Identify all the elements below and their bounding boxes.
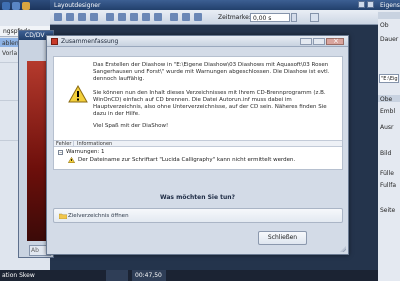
message-panel: Das Erstellen der Diashow in "E:\Eigene … bbox=[53, 56, 343, 170]
properties-panel: Eigens Ob Dauer "E:\Eig Obe Embl Ausr Bi… bbox=[378, 0, 400, 281]
column-header-errors[interactable]: Fehler bbox=[54, 141, 74, 147]
tool-icon[interactable] bbox=[12, 2, 20, 10]
pin-icon[interactable] bbox=[358, 1, 365, 8]
warning-message: Der Dateiname zur Schriftart "Lucida Cal… bbox=[78, 157, 296, 163]
details-table: Fehler Informationen − Warnungen: 1 Der … bbox=[54, 140, 342, 170]
toolbar-icon[interactable] bbox=[66, 13, 74, 21]
properties-label: Bild bbox=[380, 150, 392, 157]
designer-toolbar: Zeitmarke: 0,00 s bbox=[50, 10, 378, 25]
properties-section bbox=[378, 12, 400, 19]
table-row[interactable]: Der Dateiname zur Schriftart "Lucida Cal… bbox=[54, 156, 342, 164]
app-icon bbox=[51, 38, 58, 45]
close-icon[interactable] bbox=[367, 1, 374, 8]
left-panel-item[interactable]: Vorla bbox=[2, 50, 17, 57]
dialog-titlebar[interactable]: Zusammenfassung bbox=[47, 36, 348, 47]
burn-instructions-text: Sie können nun den Inhalt dieses Verzeic… bbox=[93, 90, 327, 117]
summary-dialog: Zusammenfassung Das Erstellen der Diasho… bbox=[46, 35, 349, 255]
closing-text: Viel Spaß mit der DiaShow! bbox=[93, 123, 169, 129]
maximize-button[interactable] bbox=[313, 38, 325, 45]
close-dialog-button[interactable]: Schließen bbox=[258, 231, 307, 245]
time-marker-spinner[interactable] bbox=[291, 13, 297, 22]
properties-label: Dauer bbox=[380, 36, 399, 43]
open-target-folder-label: Zielverzeichnis öffnen bbox=[68, 213, 129, 219]
app-icon[interactable] bbox=[2, 2, 10, 10]
properties-label: Fülle bbox=[380, 170, 394, 177]
properties-label: Ausr bbox=[380, 124, 394, 131]
toolbar-icon[interactable] bbox=[78, 13, 86, 21]
status-label: ation Skew bbox=[2, 272, 35, 279]
properties-label: Fullfa bbox=[380, 182, 397, 189]
zoom-in-icon[interactable] bbox=[106, 13, 114, 21]
properties-label: Ob bbox=[380, 22, 389, 29]
toolbar-icon[interactable] bbox=[54, 13, 62, 21]
warning-icon bbox=[68, 85, 88, 103]
question-label: Was möchten Sie tun? bbox=[159, 194, 236, 201]
section-label: Obe bbox=[380, 96, 393, 103]
collapse-icon[interactable]: − bbox=[58, 150, 63, 155]
toolbar-icon[interactable] bbox=[194, 13, 202, 21]
top-icon-row bbox=[0, 0, 50, 16]
snapshot-button[interactable] bbox=[310, 13, 319, 22]
path-field[interactable]: "E:\Eig bbox=[379, 74, 399, 83]
designer-title: Layoutdesigner bbox=[54, 2, 101, 9]
designer-titlebar: Layoutdesigner bbox=[50, 0, 378, 10]
summary-text: Das Erstellen der Diashow in "E:\Eigene … bbox=[93, 62, 330, 82]
properties-label: Embl bbox=[380, 108, 396, 115]
timeline-clip[interactable] bbox=[106, 270, 128, 281]
zoom-icon[interactable] bbox=[142, 13, 150, 21]
zoom-fit-icon[interactable] bbox=[130, 13, 138, 21]
dialog-title: Zusammenfassung bbox=[61, 38, 119, 45]
zoom-icon[interactable] bbox=[154, 13, 162, 21]
warnings-group-label: Warnungen: 1 bbox=[66, 149, 105, 155]
timeline-bar: 00:47,50 bbox=[50, 270, 378, 281]
folder-icon[interactable] bbox=[22, 2, 30, 10]
close-button[interactable] bbox=[326, 37, 344, 45]
folder-icon bbox=[59, 213, 67, 219]
properties-title: Eigens bbox=[378, 0, 400, 10]
time-marker-input[interactable]: 0,00 s bbox=[250, 13, 290, 22]
time-marker-label: Zeitmarke: bbox=[218, 14, 251, 21]
toolbar-icon[interactable] bbox=[90, 13, 98, 21]
properties-label: Seite bbox=[380, 207, 396, 214]
zoom-out-icon[interactable] bbox=[118, 13, 126, 21]
open-target-folder-button[interactable]: Zielverzeichnis öffnen bbox=[53, 208, 343, 223]
column-header-info[interactable]: Informationen bbox=[75, 141, 112, 147]
warnings-group-row[interactable]: − Warnungen: 1 bbox=[54, 148, 342, 156]
details-table-header: Fehler Informationen bbox=[54, 140, 342, 147]
resize-grip[interactable] bbox=[340, 246, 346, 252]
toolbar-icon[interactable] bbox=[170, 13, 178, 21]
timeline-time: 00:47,50 bbox=[132, 270, 166, 281]
left-status-bar: ation Skew bbox=[0, 270, 50, 281]
minimize-button[interactable] bbox=[300, 38, 312, 45]
warning-icon bbox=[68, 157, 75, 163]
toolbar-icon[interactable] bbox=[182, 13, 190, 21]
